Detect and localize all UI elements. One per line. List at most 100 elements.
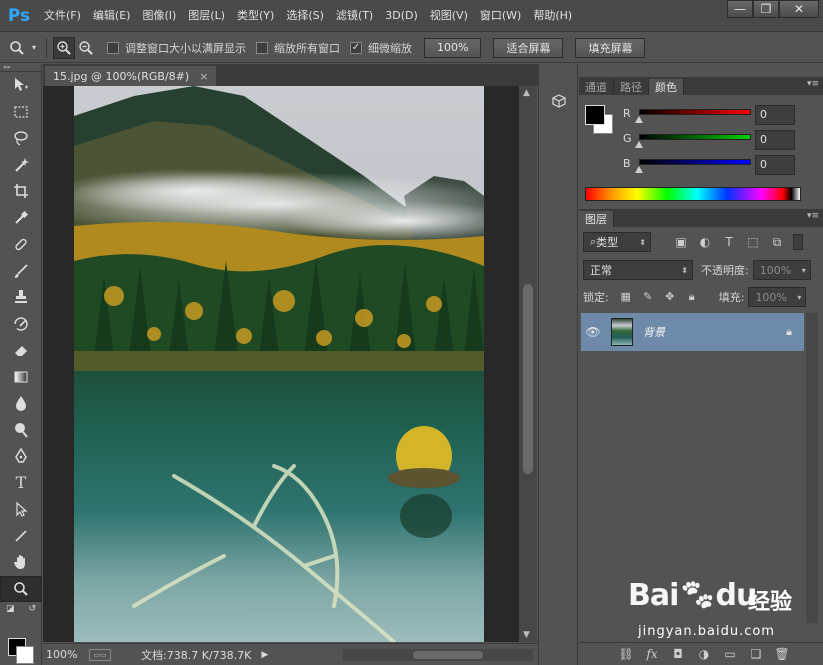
checkbox-box[interactable] <box>107 41 119 54</box>
delete-layer-icon[interactable]: 🗑︎ <box>769 647 795 661</box>
gradient-tool-icon[interactable] <box>0 364 42 391</box>
red-track[interactable] <box>639 109 751 115</box>
layer-name[interactable]: 背景 <box>643 324 665 340</box>
panel-menu-icon[interactable]: ▾≡ <box>807 211 819 221</box>
visibility-eye-icon[interactable]: 👁︎ <box>581 325 605 339</box>
resize-windows-checkbox[interactable]: 调整窗口大小以满屏显示 <box>107 40 246 56</box>
fit-screen-button[interactable]: 适合屏幕 <box>493 37 564 58</box>
path-selection-icon[interactable] <box>0 496 42 523</box>
menu-help[interactable]: 帮助(H) <box>527 0 578 32</box>
blue-track[interactable] <box>639 159 751 165</box>
red-knob[interactable] <box>635 116 643 123</box>
blue-slider[interactable]: B 0 <box>619 155 819 177</box>
blue-value[interactable]: 0 <box>755 155 795 175</box>
zoom-all-windows-checkbox[interactable]: 缩放所有窗口 <box>256 40 340 56</box>
blur-tool-icon[interactable] <box>0 390 42 417</box>
menu-layer[interactable]: 图层(L) <box>182 0 231 32</box>
canvas-area[interactable] <box>43 86 519 642</box>
fill-input[interactable]: 100% ▾ <box>748 287 807 307</box>
menu-filter[interactable]: 滤镜(T) <box>330 0 379 32</box>
checkmark-icon[interactable]: ✓ <box>350 41 362 54</box>
layer-filter-select[interactable]: ⌕ 类型 ⬍ <box>583 232 651 252</box>
menu-edit[interactable]: 编辑(E) <box>87 0 137 32</box>
zoom-tool-icon[interactable] <box>0 575 42 602</box>
red-value[interactable]: 0 <box>755 105 795 125</box>
scroll-thumb[interactable] <box>523 284 533 474</box>
healing-brush-icon[interactable] <box>0 231 42 258</box>
zoom-in-icon[interactable] <box>53 36 75 59</box>
swap-arrow-icon[interactable]: ↺ <box>28 604 36 614</box>
blend-mode-select[interactable]: 正常 ⬍ <box>583 260 693 280</box>
lock-image-icon[interactable]: ✎ <box>637 290 659 304</box>
scroll-up-icon[interactable]: ▲ <box>523 88 530 98</box>
blue-knob[interactable] <box>635 166 643 173</box>
swap-colors-icon[interactable]: ◪ ↺ <box>0 602 42 616</box>
link-layers-icon[interactable]: ⛓︎ <box>613 647 639 661</box>
color-spectrum[interactable] <box>585 187 801 201</box>
lasso-tool-icon[interactable] <box>0 125 42 152</box>
adjustment-filter-icon[interactable]: ◐ <box>693 235 717 250</box>
scrubby-zoom-checkbox[interactable]: ✓ 细微缩放 <box>350 40 412 56</box>
panel-menu-icon[interactable]: ▾≡ <box>807 79 819 89</box>
menu-file[interactable]: 文件(F) <box>38 0 87 32</box>
new-layer-icon[interactable]: ❑ <box>743 647 769 661</box>
smart-object-filter-icon[interactable]: ⧉ <box>765 235 789 250</box>
scroll-down-icon[interactable]: ▼ <box>523 630 530 640</box>
menu-image[interactable]: 图像(I) <box>136 0 182 32</box>
background-color[interactable] <box>16 646 34 664</box>
layer-thumbnail[interactable] <box>611 318 633 346</box>
canvas-horizontal-scrollbar[interactable] <box>343 649 533 661</box>
scroll-thumb[interactable] <box>413 651 483 659</box>
tab-color[interactable]: 颜色 <box>649 79 684 95</box>
lock-position-icon[interactable]: ✥ <box>659 290 681 304</box>
hand-tool-icon[interactable] <box>0 549 42 576</box>
tab-layers[interactable]: 图层 <box>579 211 614 227</box>
minimize-button[interactable]: — <box>727 0 753 18</box>
clone-stamp-icon[interactable] <box>0 284 42 311</box>
preset-dropdown-icon[interactable]: ▾ <box>28 37 40 59</box>
close-tab-icon[interactable]: × <box>199 70 208 83</box>
foreground-swatch[interactable] <box>585 105 605 125</box>
menu-3d[interactable]: 3D(D) <box>379 0 424 32</box>
shape-filter-icon[interactable]: ⬚ <box>741 235 765 250</box>
default-colors-icon[interactable]: ◪ <box>6 604 15 614</box>
zoom-tool-preset-icon[interactable] <box>6 37 28 59</box>
opacity-input[interactable]: 100% ▾ <box>752 260 811 280</box>
layer-row-background[interactable]: 👁︎ 背景 🔒︎ <box>581 313 804 351</box>
lock-all-icon[interactable]: 🔒︎ <box>681 290 703 304</box>
type-filter-icon[interactable]: T <box>717 235 741 250</box>
layer-style-icon[interactable]: fx <box>639 647 665 661</box>
menu-view[interactable]: 视图(V) <box>424 0 474 32</box>
zoom-100-button[interactable]: 100% <box>424 37 482 58</box>
red-slider[interactable]: R 0 <box>619 105 819 127</box>
image-filter-icon[interactable]: ▣ <box>669 235 693 250</box>
adjustment-layer-icon[interactable]: ◑ <box>691 647 717 661</box>
tab-channels[interactable]: 通道 <box>579 79 614 95</box>
move-tool-icon[interactable] <box>0 72 42 99</box>
eraser-tool-icon[interactable] <box>0 337 42 364</box>
tab-paths[interactable]: 路径 <box>614 79 649 95</box>
marquee-tool-icon[interactable] <box>0 99 42 126</box>
green-knob[interactable] <box>635 141 643 148</box>
close-button[interactable]: ✕ <box>779 0 819 18</box>
layer-lock-icon[interactable]: 🔒︎ <box>786 325 792 339</box>
menu-select[interactable]: 选择(S) <box>280 0 330 32</box>
add-mask-icon[interactable]: ◘ <box>665 647 691 661</box>
type-tool-icon[interactable]: T <box>0 470 42 497</box>
magic-wand-icon[interactable] <box>0 152 42 179</box>
document-tab[interactable]: 15.jpg @ 100%(RGB/8#) × <box>45 66 217 86</box>
menu-window[interactable]: 窗口(W) <box>474 0 527 32</box>
filter-toggle[interactable] <box>793 234 803 250</box>
panel-grip-icon[interactable]: ▸▸ <box>0 64 41 72</box>
green-value[interactable]: 0 <box>755 130 795 150</box>
restore-button[interactable]: ❐ <box>753 0 779 18</box>
status-preview-icon[interactable]: ▭▭ <box>89 648 111 661</box>
zoom-out-icon[interactable] <box>75 37 97 59</box>
zoom-level[interactable]: 100% <box>43 648 79 661</box>
3d-panel-icon[interactable] <box>547 90 571 112</box>
menu-type[interactable]: 类型(Y) <box>231 0 280 32</box>
new-group-icon[interactable]: ▭ <box>717 647 743 661</box>
canvas-vertical-scrollbar[interactable]: ▲ ▼ <box>519 86 537 642</box>
brush-tool-icon[interactable] <box>0 258 42 285</box>
checkbox-box[interactable] <box>256 41 268 54</box>
